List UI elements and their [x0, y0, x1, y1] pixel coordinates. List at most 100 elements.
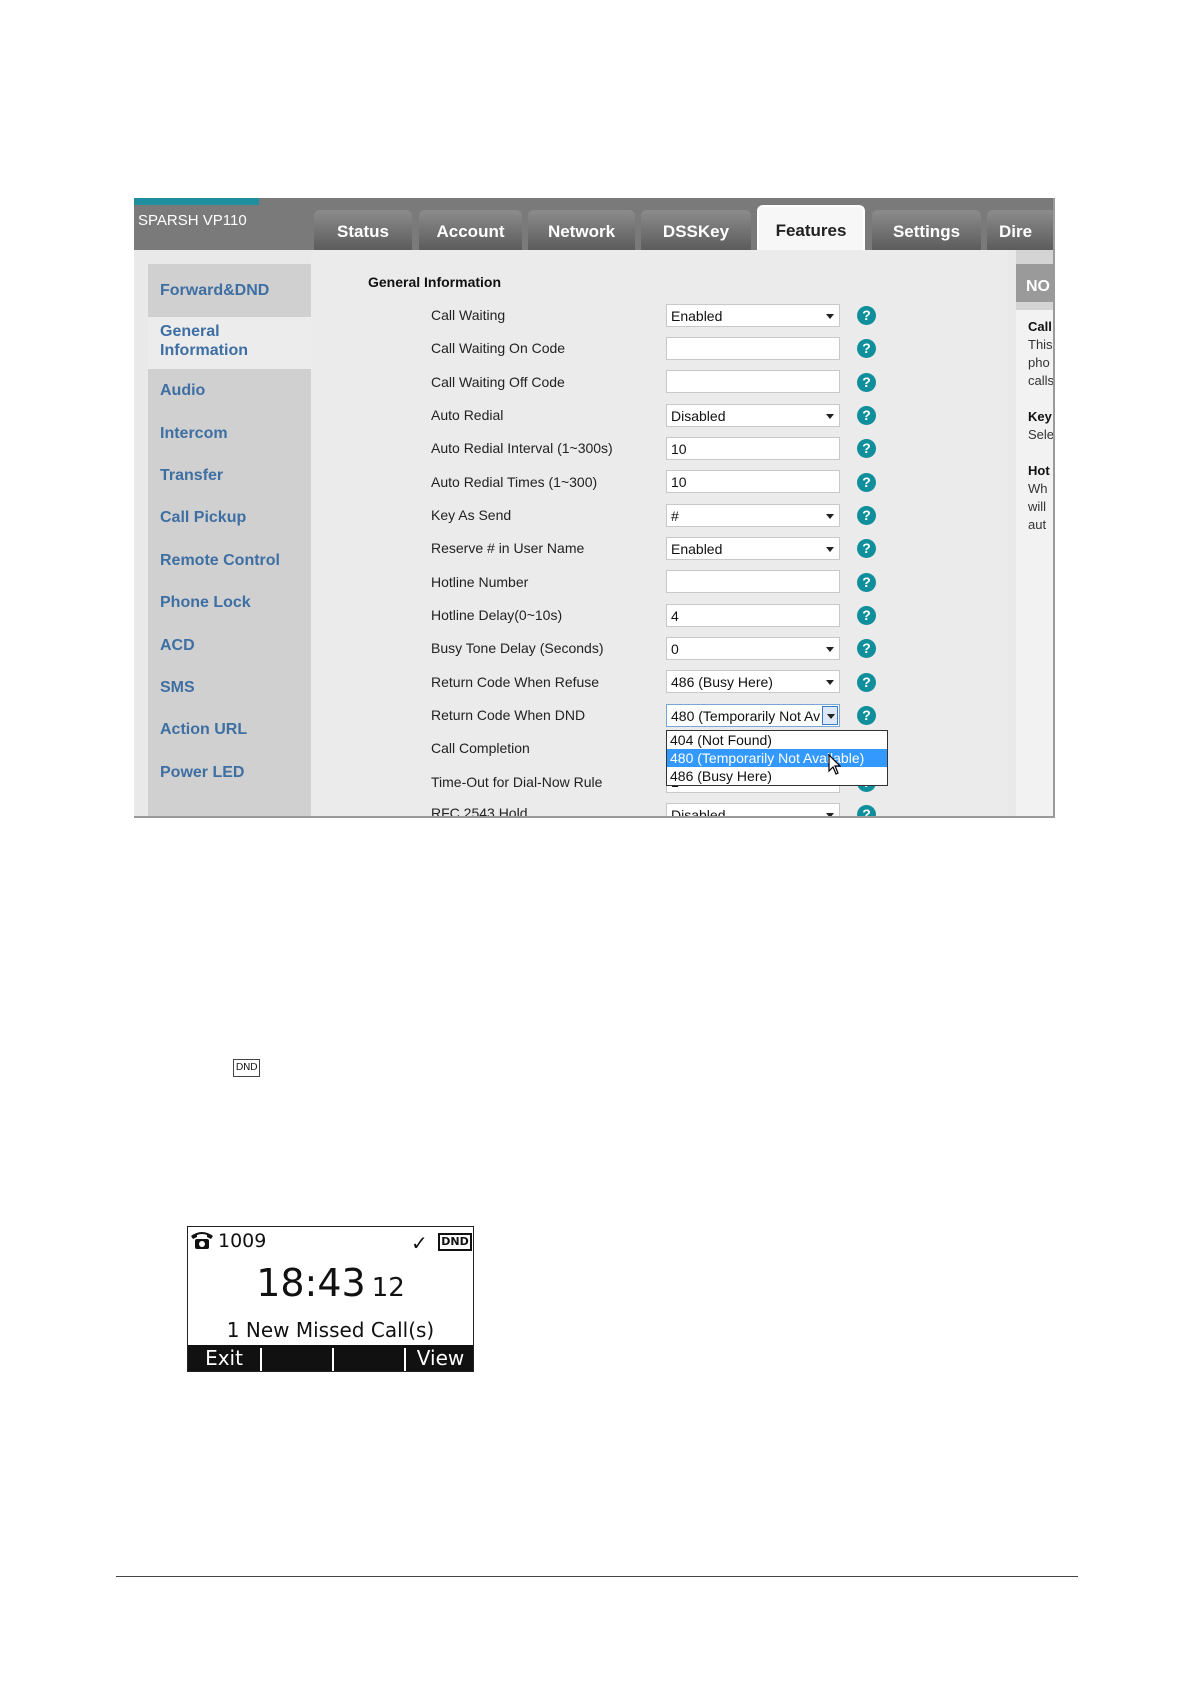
- key-as-send-select[interactable]: #: [666, 504, 840, 527]
- sidebar-item-audio[interactable]: Audio: [160, 381, 205, 400]
- note-text: Wh: [1028, 481, 1048, 496]
- softkey-empty[interactable]: [262, 1345, 332, 1371]
- settings-content: [311, 250, 1008, 816]
- label-call-waiting: Call Waiting: [431, 307, 506, 323]
- help-icon[interactable]: ?: [857, 439, 876, 458]
- dnd-icon: DND: [233, 1059, 260, 1077]
- help-icon[interactable]: ?: [857, 639, 876, 658]
- chevron-down-icon: [826, 414, 834, 419]
- footer-divider: [116, 1576, 1078, 1577]
- chevron-down-icon[interactable]: [822, 706, 838, 725]
- brand-logo: [134, 198, 259, 205]
- help-icon[interactable]: ?: [857, 539, 876, 558]
- dropdown-option[interactable]: 486 (Busy Here): [667, 767, 887, 785]
- chevron-down-icon: [826, 647, 834, 652]
- reserve-hash-select[interactable]: Enabled: [666, 537, 840, 560]
- help-icon[interactable]: ?: [857, 306, 876, 325]
- select-value: #: [671, 508, 679, 524]
- return-code-dnd-select[interactable]: 480 (Temporarily Not Av: [666, 704, 840, 727]
- note-panel-header: NO: [1016, 264, 1053, 302]
- call-waiting-select[interactable]: Enabled: [666, 304, 840, 327]
- chevron-down-icon: [826, 813, 834, 816]
- busy-tone-delay-select[interactable]: 0: [666, 637, 840, 660]
- label-auto-redial-times: Auto Redial Times (1~300): [431, 474, 598, 490]
- sidebar-item-call-pickup[interactable]: Call Pickup: [160, 508, 246, 527]
- select-value: Enabled: [671, 541, 723, 557]
- clock-time: 18:43: [256, 1261, 366, 1305]
- sidebar-item-phone-lock[interactable]: Phone Lock: [160, 593, 251, 612]
- sidebar-item-general-information[interactable]: General Information: [160, 322, 248, 360]
- sidebar-item-acd[interactable]: ACD: [160, 636, 195, 655]
- call-waiting-off-code-input[interactable]: [666, 370, 840, 393]
- tab-dsskey[interactable]: DSSKey: [641, 210, 751, 250]
- note-text: Call: [1028, 319, 1052, 334]
- device-model: SPARSH VP110: [138, 212, 247, 229]
- call-waiting-on-code-input[interactable]: [666, 337, 840, 360]
- help-icon[interactable]: ?: [857, 473, 876, 492]
- note-text: Hot: [1028, 463, 1050, 478]
- rfc2543-hold-select[interactable]: Disabled: [666, 803, 840, 816]
- sidebar-item-intercom[interactable]: Intercom: [160, 424, 228, 443]
- tab-directory[interactable]: Dire: [987, 210, 1053, 250]
- select-value: 0: [671, 641, 679, 657]
- label-dial-now-timeout: Time-Out for Dial-Now Rule: [431, 774, 603, 790]
- return-code-dnd-dropdown: 404 (Not Found) 480 (Temporarily Not Ava…: [666, 730, 888, 786]
- missed-call-message: 1 New Missed Call(s): [226, 1318, 435, 1342]
- note-text: Key: [1028, 409, 1052, 424]
- tab-features[interactable]: Features: [757, 205, 865, 250]
- feature-sidebar: Forward&DND General Information Audio In…: [148, 264, 311, 816]
- sidebar-item-action-url[interactable]: Action URL: [160, 720, 247, 739]
- select-value: Disabled: [671, 408, 726, 424]
- help-icon[interactable]: ?: [857, 673, 876, 692]
- auto-redial-interval-input[interactable]: 10: [666, 437, 840, 460]
- note-spacer: [1028, 444, 1053, 462]
- chevron-down-icon: [826, 547, 834, 552]
- tab-account[interactable]: Account: [419, 210, 522, 250]
- label-key-as-send: Key As Send: [431, 507, 512, 523]
- softkey-exit[interactable]: Exit: [188, 1345, 260, 1371]
- select-value: Enabled: [671, 308, 723, 324]
- label-call-completion: Call Completion: [431, 740, 530, 756]
- dropdown-option-selected[interactable]: 480 (Temporarily Not Available): [667, 749, 887, 767]
- help-icon[interactable]: ?: [857, 506, 876, 525]
- help-icon[interactable]: ?: [857, 406, 876, 425]
- tab-settings[interactable]: Settings: [872, 210, 981, 250]
- label-auto-redial: Auto Redial: [431, 407, 504, 423]
- sidebar-item-remote-control[interactable]: Remote Control: [160, 551, 280, 570]
- softkey-empty[interactable]: [334, 1345, 404, 1371]
- missed-call-arrow-icon: ✓: [411, 1231, 428, 1255]
- help-icon[interactable]: ?: [857, 373, 876, 392]
- help-icon[interactable]: ?: [857, 573, 876, 592]
- label-call-waiting-on-code: Call Waiting On Code: [431, 340, 566, 356]
- help-icon[interactable]: ?: [857, 706, 876, 725]
- chevron-down-icon: [826, 680, 834, 685]
- sidebar-item-forward-dnd[interactable]: Forward&DND: [160, 281, 269, 300]
- note-text: Sele: [1028, 427, 1053, 442]
- label-rfc2543-hold: RFC 2543 Hold: [431, 805, 528, 818]
- help-icon[interactable]: ?: [857, 339, 876, 358]
- phone-lcd-screen: 1009 ✓ DND 18:43 12 1 New Missed Call(s) …: [187, 1226, 474, 1372]
- auto-redial-select[interactable]: Disabled: [666, 404, 840, 427]
- help-icon[interactable]: ?: [857, 606, 876, 625]
- auto-redial-times-input[interactable]: 10: [666, 470, 840, 493]
- softkey-bar: Exit View: [188, 1345, 473, 1371]
- dropdown-option[interactable]: 404 (Not Found): [667, 731, 887, 749]
- select-value: 480 (Temporarily Not Av: [671, 708, 821, 724]
- sidebar-item-power-led[interactable]: Power LED: [160, 763, 244, 782]
- label-return-code-dnd: Return Code When DND: [431, 707, 586, 723]
- section-title: General Information: [368, 274, 502, 290]
- note-panel-body: Call This pho calls Key Sele Hot Wh will…: [1016, 310, 1053, 816]
- sidebar-item-sms[interactable]: SMS: [160, 678, 195, 697]
- softkey-view[interactable]: View: [406, 1345, 475, 1371]
- select-value: 486 (Busy Here): [671, 674, 773, 690]
- chevron-down-icon: [826, 314, 834, 319]
- return-code-refuse-select[interactable]: 486 (Busy Here): [666, 670, 840, 693]
- hotline-number-input[interactable]: [666, 570, 840, 593]
- sidebar-item-transfer[interactable]: Transfer: [160, 466, 223, 485]
- hotline-delay-input[interactable]: 4: [666, 604, 840, 627]
- extension-number: 1009: [218, 1230, 267, 1252]
- help-icon[interactable]: ?: [857, 805, 876, 816]
- clock-day: 12: [371, 1273, 405, 1303]
- tab-status[interactable]: Status: [314, 210, 412, 250]
- tab-network[interactable]: Network: [528, 210, 635, 250]
